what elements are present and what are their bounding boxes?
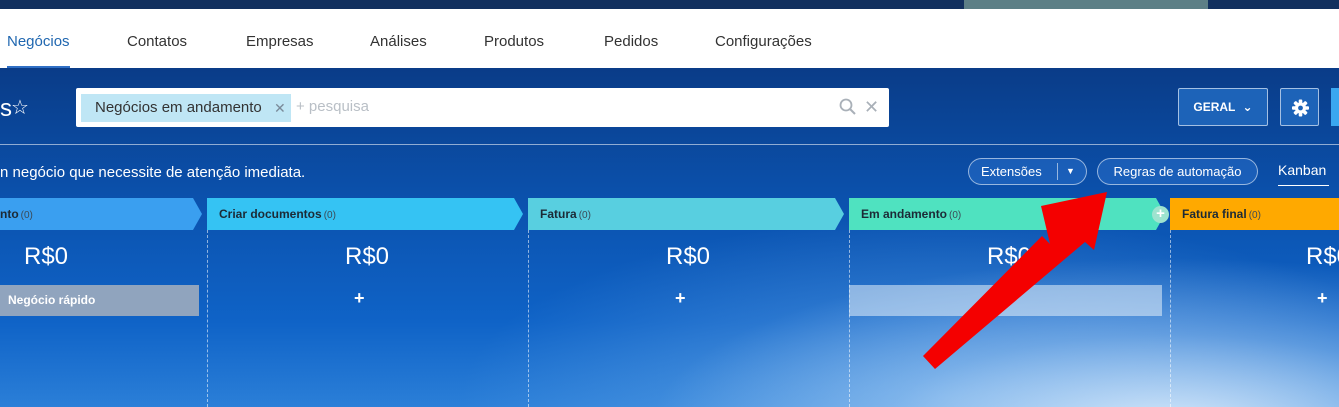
annotation-arrow — [923, 192, 1107, 369]
nav-item-empresas[interactable]: Empresas — [246, 9, 314, 68]
top-strip-accent — [964, 0, 1208, 9]
nav-item-contatos[interactable]: Contatos — [127, 9, 187, 68]
main-nav: Negócios Contatos Empresas Análises Prod… — [0, 9, 1339, 68]
nav-item-configuracoes[interactable]: Configurações — [715, 9, 812, 68]
nav-item-analises[interactable]: Análises — [370, 9, 427, 68]
nav-item-negocios[interactable]: Negócios — [7, 9, 70, 68]
nav-item-produtos[interactable]: Produtos — [484, 9, 544, 68]
nav-item-pedidos[interactable]: Pedidos — [604, 9, 658, 68]
kanban-workspace: s ☆ Negócios em andamento ✕ + pesquisa ✕… — [0, 68, 1339, 407]
red-arrow-icon — [923, 192, 1107, 369]
top-strip — [0, 0, 1339, 9]
